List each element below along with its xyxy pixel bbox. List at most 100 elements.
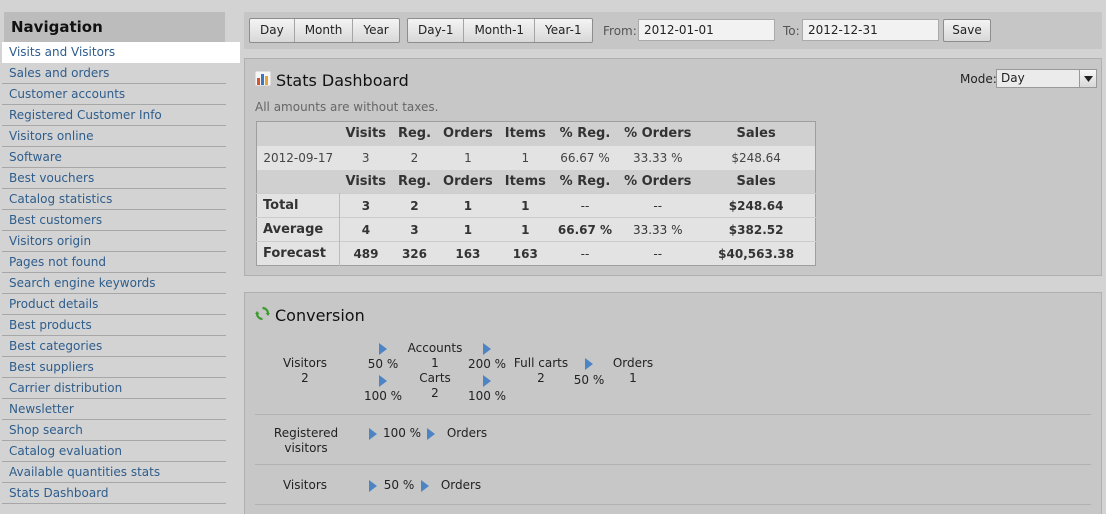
mode-label: Mode: [960, 72, 997, 86]
table-cell: 326 [391, 241, 438, 266]
funnel-full-carts: Full carts 2 [511, 356, 571, 386]
nav-item-best-products[interactable]: Best products [2, 315, 226, 336]
nav-item-stats-dashboard[interactable]: Stats Dashboard [2, 483, 226, 504]
registered-orders-label: Orders [446, 426, 488, 440]
nav-item-visits-and-visitors[interactable]: Visits and Visitors [2, 42, 240, 63]
nav-item-best-categories[interactable]: Best categories [2, 336, 226, 357]
table-cell: 489 [339, 241, 392, 266]
visitors-orders-label: Orders [440, 478, 482, 492]
table-cell-sales: $248.64 [731, 150, 781, 165]
nav-title: Navigation [4, 12, 225, 42]
column-header: Visits [345, 126, 386, 142]
table-cell: 3 [361, 150, 370, 165]
table-cell-sales: $248.64 [697, 193, 816, 218]
table-cell: 163 [498, 241, 552, 266]
save-button[interactable]: Save [943, 19, 991, 42]
conversion-panel: Conversion Visitors 2 50 % Accounts 1 20… [244, 292, 1102, 514]
mode-select-value: Day [1001, 71, 1025, 85]
nav-list: Visits and Visitors Sales and orders Cus… [2, 42, 240, 504]
row-label: Total [256, 193, 340, 218]
bar-chart-icon [254, 70, 272, 90]
registered-visitors: Registered visitors [265, 426, 347, 456]
arrow-right-icon [483, 375, 491, 387]
chevron-down-icon [1079, 70, 1096, 87]
nav-item-catalog-statistics[interactable]: Catalog statistics [2, 189, 226, 210]
nav-item-registered-customer-info[interactable]: Registered Customer Info [2, 105, 226, 126]
month-button[interactable]: Month [295, 19, 354, 42]
to-date-input[interactable] [802, 19, 939, 41]
table-cell: 163 [437, 241, 499, 266]
nav-item-available-quantities-stats[interactable]: Available quantities stats [2, 462, 226, 483]
table-cell: 33.33 % [618, 217, 698, 242]
table-cell: 1 [521, 150, 530, 165]
table-summary-header-row: Visits Reg. Orders Items % Reg. % Orders… [256, 169, 816, 194]
mode-select[interactable]: Day [996, 69, 1097, 88]
nav-item-visitors-online[interactable]: Visitors online [2, 126, 226, 147]
nav-item-carrier-distribution[interactable]: Carrier distribution [2, 378, 226, 399]
visitors-row-label: Visitors [282, 478, 328, 492]
day-minus-one-button[interactable]: Day-1 [408, 19, 465, 42]
nav-item-pages-not-found[interactable]: Pages not found [2, 252, 226, 273]
table-cell: 1 [464, 150, 472, 165]
nav-item-best-suppliers[interactable]: Best suppliers [2, 357, 226, 378]
funnel-orders-label: Orders [612, 356, 654, 370]
year-button[interactable]: Year [353, 19, 398, 42]
funnel-carts-value: 2 [431, 386, 439, 400]
from-label: From: [603, 24, 637, 38]
column-header: Visits [345, 173, 386, 189]
table-cell-sales: $40,563.38 [697, 241, 816, 266]
column-header: Sales [736, 173, 776, 189]
table-cell: 66.67 % [551, 217, 619, 242]
arrow-right-icon [379, 343, 387, 355]
nav-item-best-customers[interactable]: Best customers [2, 210, 226, 231]
table-cell: -- [618, 193, 698, 218]
nav-item-best-vouchers[interactable]: Best vouchers [2, 168, 226, 189]
day-button[interactable]: Day [250, 19, 295, 42]
column-header: % Reg. [559, 126, 611, 142]
sidebar: Navigation Visits and Visitors Sales and… [2, 12, 240, 504]
divider [255, 504, 1091, 505]
month-minus-one-button[interactable]: Month-1 [464, 19, 536, 42]
registered-visitors-label-2: visitors [284, 441, 328, 455]
from-date-input[interactable] [638, 19, 775, 41]
funnel-carts: Carts 2 [407, 371, 463, 401]
funnel-full-carts-value: 2 [537, 371, 545, 385]
funnel-orders-value: 1 [629, 371, 637, 385]
arrow-right-icon [421, 480, 429, 492]
column-header: % Orders [624, 173, 692, 189]
table-cell: 1 [437, 217, 499, 242]
conversion-title: Conversion [275, 306, 365, 325]
nav-item-shop-search[interactable]: Shop search [2, 420, 226, 441]
nav-item-product-details[interactable]: Product details [2, 294, 226, 315]
table-cell: 1 [498, 217, 552, 242]
nav-item-visitors-origin[interactable]: Visitors origin [2, 231, 226, 252]
summary-row-average: Average 4 3 1 1 66.67 % 33.33 % $382.52 [256, 217, 816, 242]
nav-item-customer-accounts[interactable]: Customer accounts [2, 84, 226, 105]
table-corner [257, 170, 340, 194]
arrow-right-icon [483, 343, 491, 355]
table-cell: -- [551, 193, 619, 218]
nav-item-software[interactable]: Software [2, 147, 226, 168]
funnel-orders: Orders 1 [607, 356, 659, 386]
funnel-full-to-orders-pct: 50 % [573, 373, 605, 387]
nav-item-sales-and-orders[interactable]: Sales and orders [2, 63, 226, 84]
year-minus-one-button[interactable]: Year-1 [535, 19, 592, 42]
table-cell: 3 [391, 217, 438, 242]
row-label: Average [256, 217, 340, 242]
column-header: Orders [443, 126, 493, 142]
table-corner [257, 122, 340, 146]
registered-visitors-label-1: Registered [273, 426, 339, 440]
nav-item-catalog-evaluation[interactable]: Catalog evaluation [2, 441, 226, 462]
registered-to-orders-pct: 100 % [382, 426, 422, 440]
nav-item-newsletter[interactable]: Newsletter [2, 399, 226, 420]
nav-item-search-engine-keywords[interactable]: Search engine keywords [2, 273, 226, 294]
stats-dashboard-panel: Stats Dashboard Mode: Day All amounts ar… [244, 58, 1102, 276]
table-cell: 33.33 % [632, 150, 683, 165]
table-cell: -- [618, 241, 698, 266]
summary-row-forecast: Forecast 489 326 163 163 -- -- $40,563.3… [256, 241, 816, 266]
table-cell: 66.67 % [560, 150, 610, 165]
funnel-full-carts-label: Full carts [513, 356, 569, 370]
conversion-header: Conversion [255, 306, 365, 325]
funnel-accounts-to-full-pct: 200 % [467, 357, 507, 371]
table-cell-date: 2012-09-17 [263, 150, 334, 165]
